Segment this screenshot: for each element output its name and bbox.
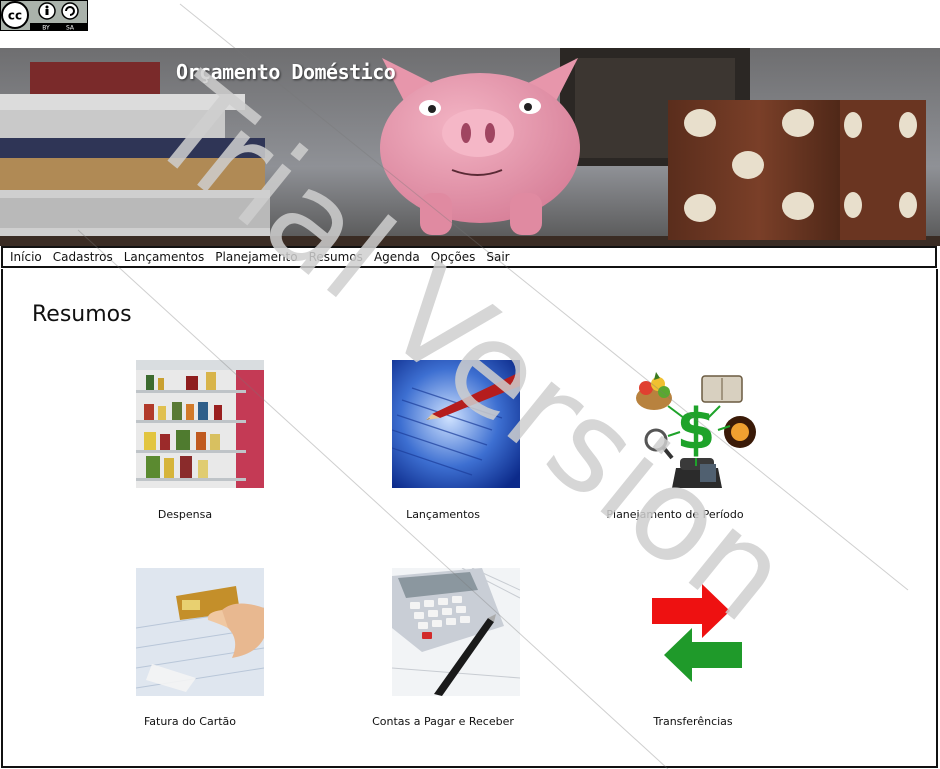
tile-label-planejamento-periodo[interactable]: Planejamento de Período: [606, 508, 744, 521]
tile-contas-pagar-receber[interactable]: [392, 568, 520, 696]
nav-item-inicio[interactable]: Início: [10, 250, 42, 264]
tile-label-lancamentos[interactable]: Lançamentos: [392, 508, 494, 521]
tile-label-despensa[interactable]: Despensa: [136, 508, 234, 521]
svg-text:$: $: [677, 397, 716, 462]
dollar-planning-icon: $: [632, 366, 760, 494]
header-banner: Orçamento Doméstico: [0, 48, 940, 246]
nav-item-resumos[interactable]: Resumos: [309, 250, 363, 264]
nav-item-planejamento[interactable]: Planejamento: [215, 250, 297, 264]
piggy-bank-banner-image: [0, 48, 940, 246]
tile-fatura-cartao[interactable]: [136, 568, 264, 696]
svg-text:cc: cc: [8, 9, 22, 23]
tile-label-transferencias[interactable]: Transferências: [644, 715, 742, 728]
app-title: Orçamento Doméstico: [176, 60, 396, 84]
transfer-arrows-icon: [632, 568, 760, 696]
ledger-pencil-icon: [392, 360, 520, 488]
credit-card-icon: [136, 568, 264, 696]
page-title: Resumos: [32, 302, 132, 327]
tile-label-fatura-cartao[interactable]: Fatura do Cartão: [136, 715, 244, 728]
nav-item-opcoes[interactable]: Opções: [431, 250, 476, 264]
tile-lancamentos[interactable]: [392, 360, 520, 488]
svg-text:SA: SA: [66, 25, 75, 32]
tile-transferencias[interactable]: [632, 568, 760, 696]
creative-commons-by-sa-icon: cc BY SA: [0, 0, 88, 31]
svg-text:BY: BY: [42, 25, 50, 32]
nav-item-cadastros[interactable]: Cadastros: [53, 250, 113, 264]
tile-planejamento-periodo[interactable]: $: [632, 366, 760, 494]
nav-item-agenda[interactable]: Agenda: [374, 250, 420, 264]
nav-item-lancamentos[interactable]: Lançamentos: [124, 250, 205, 264]
calculator-icon: [392, 568, 520, 696]
main-nav: Início Cadastros Lançamentos Planejament…: [1, 246, 937, 268]
tile-label-contas-pagar-receber[interactable]: Contas a Pagar e Receber: [368, 715, 518, 728]
nav-item-sair[interactable]: Sair: [486, 250, 509, 264]
pantry-shelves-icon: [136, 360, 264, 488]
tile-despensa[interactable]: [136, 360, 264, 488]
